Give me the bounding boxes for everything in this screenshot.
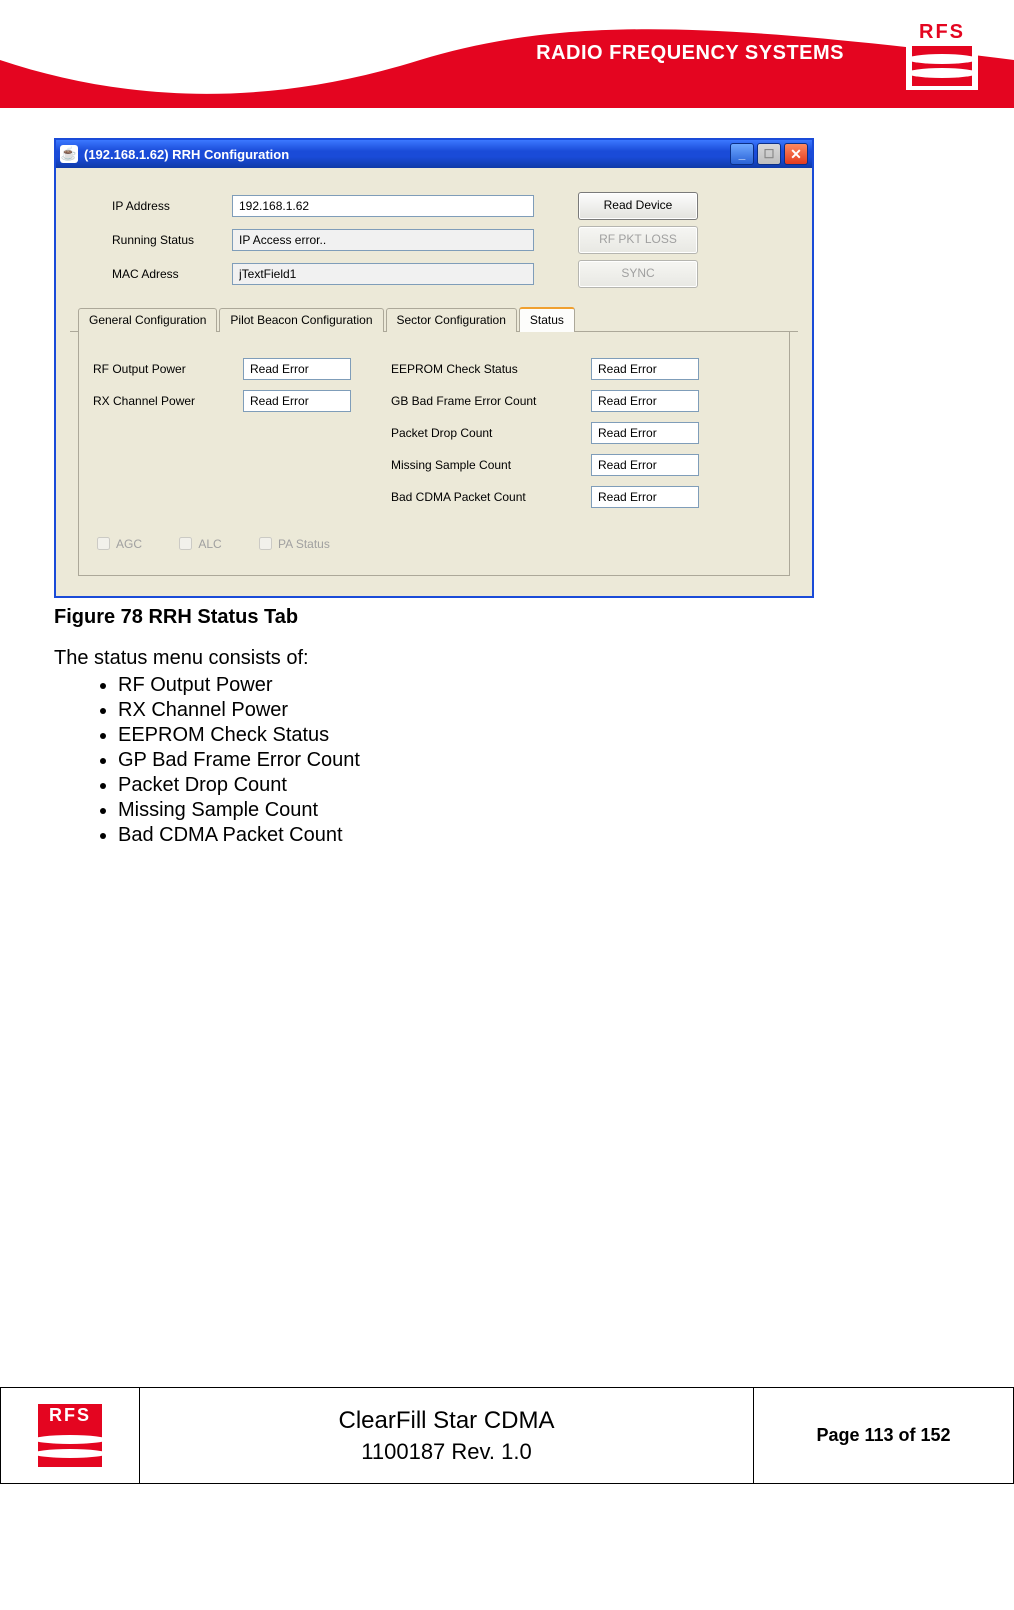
pa-text: PA Status [278, 537, 330, 551]
alc-checkbox-label: ALC [175, 537, 221, 551]
footer-doc-cell: ClearFill Star CDMA 1100187 Rev. 1.0 [140, 1388, 754, 1484]
read-device-button[interactable]: Read Device [578, 192, 698, 220]
list-item: GP Bad Frame Error Count [118, 749, 960, 772]
rfs-logo-small: RFS [38, 1404, 102, 1468]
maximize-icon: ☐ [764, 147, 775, 161]
rf-output-power-field [243, 358, 351, 380]
bad-cdma-field [591, 486, 699, 508]
footer-product: ClearFill Star CDMA [338, 1407, 554, 1435]
alc-text: ALC [198, 537, 221, 551]
list-item: RF Output Power [118, 674, 960, 697]
rx-channel-power-label: RX Channel Power [93, 394, 243, 408]
pa-checkbox [259, 537, 272, 550]
figure-caption: Figure 78 RRH Status Tab [54, 606, 960, 629]
minimize-icon: _ [739, 147, 746, 161]
status-tab-pane: RF Output Power EEPROM Check Status RX C… [78, 332, 790, 576]
minimize-button[interactable]: _ [730, 143, 754, 165]
pa-checkbox-label: PA Status [255, 537, 330, 551]
agc-checkbox-label: AGC [93, 537, 142, 551]
sync-button: SYNC [578, 260, 698, 288]
packet-drop-field [591, 422, 699, 444]
tab-pilot[interactable]: Pilot Beacon Configuration [219, 308, 383, 332]
packet-drop-label: Packet Drop Count [391, 426, 591, 440]
rfs-logo-small-text: RFS [38, 1404, 102, 1427]
status-bullet-list: RF Output Power RX Channel Power EEPROM … [94, 674, 960, 847]
close-icon: ✕ [790, 147, 802, 161]
eeprom-label: EEPROM Check Status [391, 362, 591, 376]
agc-text: AGC [116, 537, 142, 551]
window-title: (192.168.1.62) RRH Configuration [84, 147, 727, 162]
java-icon: ☕ [60, 145, 78, 163]
rfs-logo-waves-icon [912, 46, 972, 86]
list-item: Bad CDMA Packet Count [118, 824, 960, 847]
mac-address-label: MAC Adress [70, 267, 232, 281]
brand-text: RADIO FREQUENCY SYSTEMS [536, 42, 844, 65]
rfs-logo-text: RFS [919, 21, 965, 44]
rrh-config-window: ☕ (192.168.1.62) RRH Configuration _ ☐ ✕… [54, 138, 814, 598]
list-item: Packet Drop Count [118, 774, 960, 797]
page-footer: RFS ClearFill Star CDMA 1100187 Rev. 1.0… [0, 1387, 1014, 1484]
rfs-logo-small-waves-icon [38, 1427, 102, 1467]
footer-page-cell: Page 113 of 152 [754, 1388, 1014, 1484]
bad-cdma-label: Bad CDMA Packet Count [391, 490, 591, 504]
page-number: Page 113 of 152 [816, 1425, 950, 1446]
list-item: Missing Sample Count [118, 799, 960, 822]
checkbox-row: AGC ALC PA Status [93, 534, 775, 553]
tab-general[interactable]: General Configuration [78, 308, 217, 332]
gb-bad-frame-label: GB Bad Frame Error Count [391, 394, 591, 408]
window-titlebar[interactable]: ☕ (192.168.1.62) RRH Configuration _ ☐ ✕ [56, 140, 812, 168]
running-status-field [232, 229, 534, 251]
header-curve [0, 0, 1014, 108]
tab-bar: General Configuration Pilot Beacon Confi… [70, 306, 798, 332]
missing-sample-label: Missing Sample Count [391, 458, 591, 472]
list-item: EEPROM Check Status [118, 724, 960, 747]
intro-text: The status menu consists of: [54, 647, 960, 670]
running-status-label: Running Status [70, 233, 232, 247]
maximize-button[interactable]: ☐ [757, 143, 781, 165]
rf-output-power-label: RF Output Power [93, 362, 243, 376]
tab-status[interactable]: Status [519, 307, 575, 332]
tab-sector[interactable]: Sector Configuration [386, 308, 517, 332]
ip-address-input[interactable] [232, 195, 534, 217]
mac-address-field [232, 263, 534, 285]
agc-checkbox [97, 537, 110, 550]
rx-channel-power-field [243, 390, 351, 412]
page-header: RADIO FREQUENCY SYSTEMS RFS [0, 0, 1014, 108]
footer-docid: 1100187 Rev. 1.0 [361, 1439, 531, 1465]
ip-address-label: IP Address [70, 199, 232, 213]
rf-pkt-loss-button: RF PKT LOSS [578, 226, 698, 254]
alc-checkbox [179, 537, 192, 550]
rfs-logo: RFS [906, 18, 978, 90]
close-button[interactable]: ✕ [784, 143, 808, 165]
footer-logo-cell: RFS [0, 1388, 140, 1484]
missing-sample-field [591, 454, 699, 476]
gb-bad-frame-field [591, 390, 699, 412]
eeprom-field [591, 358, 699, 380]
list-item: RX Channel Power [118, 699, 960, 722]
